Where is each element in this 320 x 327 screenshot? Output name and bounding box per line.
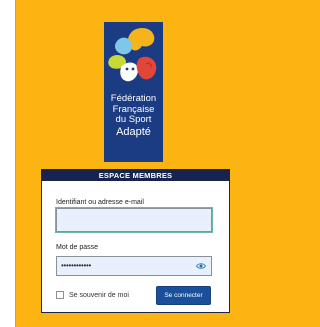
page-edge-divider xyxy=(15,0,16,327)
logo-line-3: du Sport xyxy=(115,114,152,125)
page-left-edge xyxy=(0,0,16,327)
logo-line-1: Fédération xyxy=(110,93,157,104)
eye-icon[interactable] xyxy=(196,262,206,270)
login-card-header: ESPACE MEMBRES xyxy=(42,170,229,181)
remember-label: Se souvenir de moi xyxy=(69,291,129,299)
password-label: Mot de passe xyxy=(56,244,99,251)
ffsa-figures-icon xyxy=(108,28,157,82)
remember-checkbox[interactable] xyxy=(56,291,64,299)
username-label: Identifiant ou adresse e-mail xyxy=(56,199,144,206)
logo-line-4: Adapté xyxy=(116,125,151,138)
logo-text: Fédération Française du Sport Adapté xyxy=(104,93,163,138)
ffsa-logo: Fédération Française du Sport Adapté xyxy=(104,22,163,162)
login-button[interactable]: Se connecter xyxy=(156,286,211,305)
login-card: ESPACE MEMBRES Identifiant ou adresse e-… xyxy=(41,169,230,313)
remember-me[interactable]: Se souvenir de moi xyxy=(56,289,129,301)
username-input[interactable] xyxy=(56,208,212,232)
password-input[interactable]: •••••••••••• xyxy=(56,256,212,276)
